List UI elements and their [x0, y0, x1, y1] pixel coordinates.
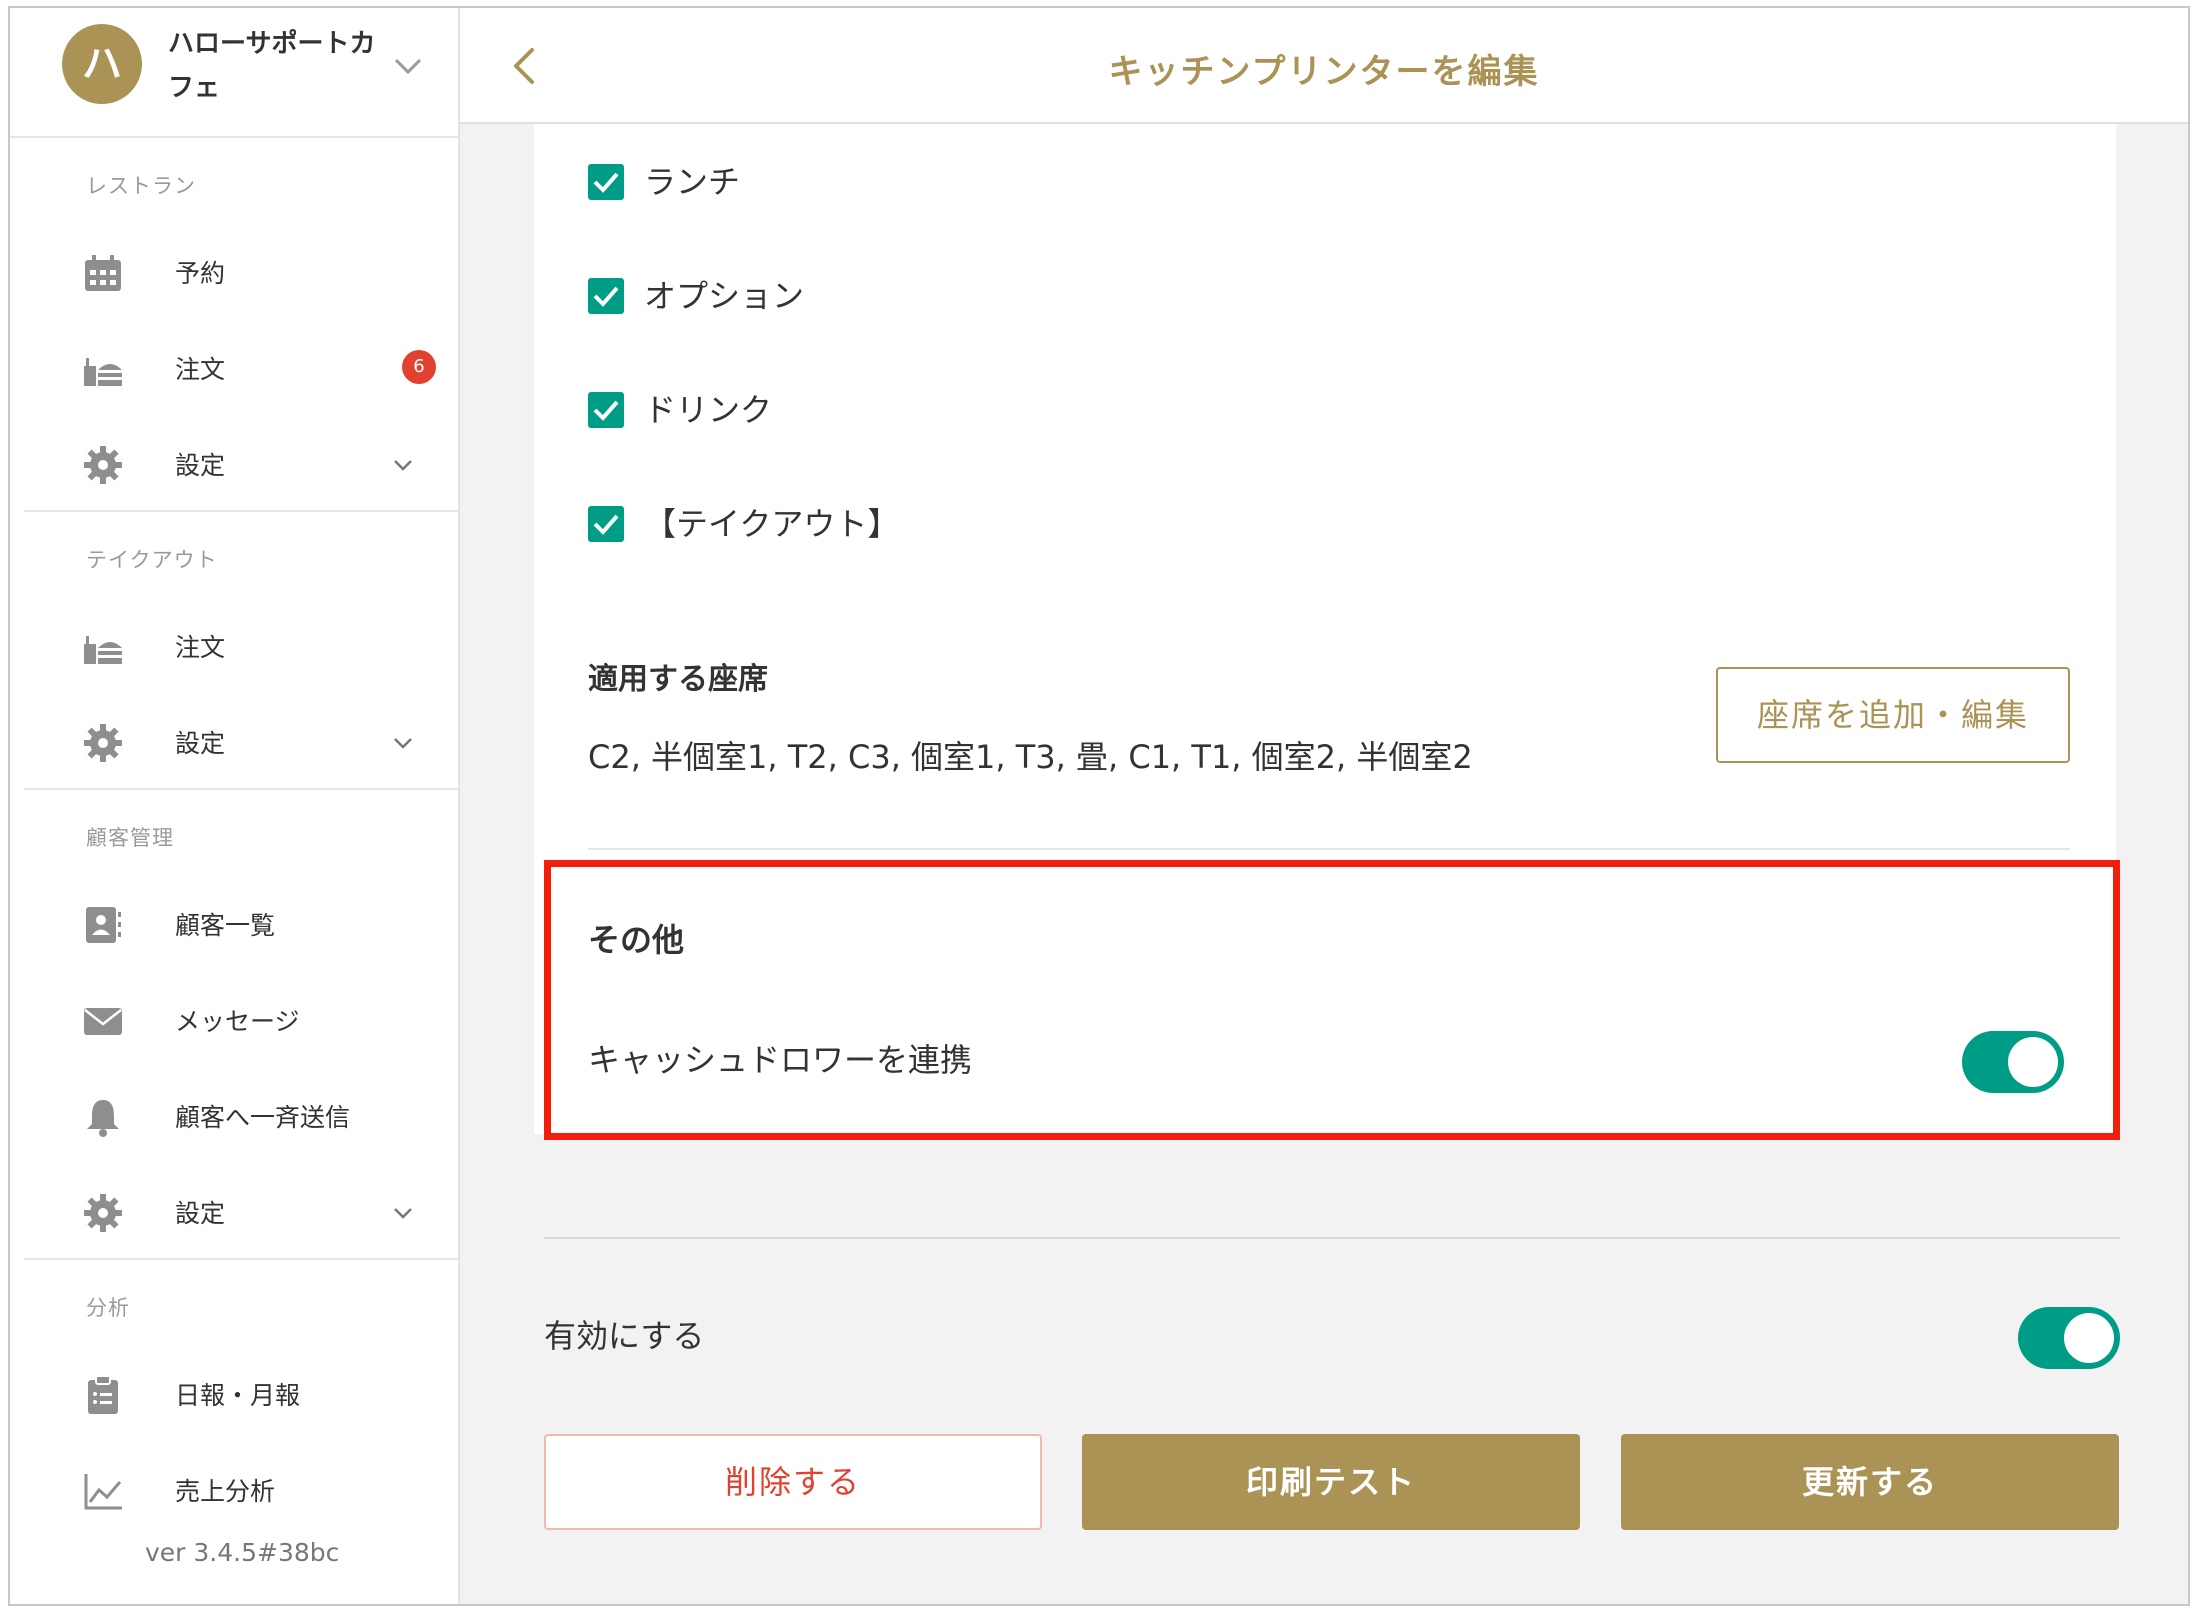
envelope-icon [84, 1008, 122, 1035]
sidebar-item-label: 注文 [175, 633, 226, 662]
page-title: キッチンプリンターを編集 [1108, 52, 1540, 92]
bell-icon [87, 1100, 119, 1137]
section-divider [544, 1237, 2120, 1239]
app-window: ハ ハローサポートカフェ レストラン 予約 注文 6 設定 テイクアウト 注文 … [8, 6, 2190, 1606]
sidebar-item-label: 売上分析 [175, 1477, 276, 1506]
sidebar-item-messages[interactable]: メッセージ [10, 982, 458, 1062]
checkbox-checked[interactable] [588, 392, 624, 428]
seats-section-title: 適用する座席 [588, 662, 768, 697]
checkbox-checked[interactable] [588, 278, 624, 314]
sidebar-item-customer-settings[interactable]: 設定 [10, 1174, 458, 1254]
chevron-down-icon [394, 460, 412, 471]
sidebar-item-restaurant-settings[interactable]: 設定 [10, 426, 458, 506]
account-switcher[interactable]: ハ ハローサポートカフェ [10, 8, 458, 138]
sidebar-item-reports[interactable]: 日報・月報 [10, 1356, 458, 1436]
sidebar-item-customer-list[interactable]: 顧客一覧 [10, 886, 458, 966]
sidebar-item-sales-analysis[interactable]: 売上分析 [10, 1452, 458, 1532]
clipboard-icon [88, 1375, 118, 1414]
sidebar-item-label: 設定 [175, 729, 226, 758]
sidebar-item-label: 日報・月報 [175, 1381, 301, 1410]
category-label: ランチ [644, 163, 741, 201]
account-name: ハローサポートカフェ [168, 29, 376, 103]
section-divider [588, 848, 2070, 850]
edit-seats-button[interactable]: 座席を追加・編集 [1716, 667, 2070, 763]
seats-list: C2, 半個室1, T2, C3, 個室1, T3, 畳, C1, T1, 個室… [588, 738, 1473, 776]
category-label: 【テイクアウト】 [644, 505, 900, 543]
checkbox-checked[interactable] [588, 506, 624, 542]
chevron-down-icon [394, 738, 412, 749]
sidebar-item-label: 設定 [175, 1199, 226, 1228]
order-tray-icon [84, 358, 122, 386]
checkmark-icon [593, 172, 619, 193]
update-button[interactable]: 更新する [1621, 1434, 2119, 1530]
sidebar-item-reservations[interactable]: 予約 [10, 234, 458, 314]
chevron-down-icon [394, 58, 422, 75]
sidebar-item-label: 顧客一覧 [175, 911, 276, 940]
highlight-annotation-box [544, 860, 2120, 1140]
sidebar-item-label: 設定 [175, 451, 226, 480]
sidebar: ハ ハローサポートカフェ レストラン 予約 注文 6 設定 テイクアウト 注文 … [10, 8, 460, 1604]
gear-icon [84, 446, 122, 484]
gear-icon [84, 724, 122, 762]
sidebar-item-takeout-orders[interactable]: 注文 [10, 608, 458, 688]
toggle-knob [2064, 1313, 2114, 1363]
cash-drawer-toggle[interactable] [1962, 1031, 2064, 1093]
sidebar-item-label: 予約 [175, 259, 226, 288]
print-test-button[interactable]: 印刷テスト [1082, 1434, 1580, 1530]
contact-book-icon [86, 907, 121, 943]
notification-badge: 6 [402, 350, 436, 384]
version-label: ver 3.4.5#38bc [145, 1538, 340, 1567]
category-label: オプション [644, 277, 805, 315]
delete-button[interactable]: 削除する [544, 1434, 1042, 1530]
section-label-restaurant: レストラン [86, 174, 196, 198]
sidebar-item-label: 顧客へ一斉送信 [175, 1103, 351, 1132]
checkmark-icon [593, 514, 619, 535]
checkmark-icon [593, 400, 619, 421]
sidebar-divider [24, 510, 458, 512]
sidebar-item-broadcast[interactable]: 顧客へ一斉送信 [10, 1078, 458, 1158]
other-section-title: その他 [588, 921, 685, 959]
sidebar-item-label: メッセージ [175, 1007, 300, 1036]
sidebar-item-label: 注文 [175, 355, 226, 384]
sidebar-divider [24, 788, 458, 790]
toggle-knob [2008, 1037, 2058, 1087]
line-chart-icon [84, 1474, 122, 1510]
section-label-analytics: 分析 [86, 1296, 130, 1320]
page-header: キッチンプリンターを編集 [460, 8, 2188, 124]
cash-drawer-label: キャッシュドロワーを連携 [588, 1041, 973, 1079]
gear-icon [84, 1194, 122, 1232]
avatar: ハ [62, 24, 142, 104]
sidebar-item-takeout-settings[interactable]: 設定 [10, 704, 458, 784]
calendar-icon [85, 255, 121, 291]
checkmark-icon [593, 286, 619, 307]
sidebar-divider [24, 1258, 458, 1260]
order-tray-icon [84, 636, 122, 664]
chevron-down-icon [394, 1208, 412, 1219]
section-label-takeout: テイクアウト [86, 548, 218, 572]
enable-label: 有効にする [544, 1317, 705, 1355]
checkbox-checked[interactable] [588, 164, 624, 200]
enable-toggle[interactable] [2018, 1307, 2120, 1369]
section-label-customers: 顧客管理 [86, 826, 174, 850]
category-label: ドリンク [644, 391, 773, 429]
sidebar-item-orders[interactable]: 注文 6 [10, 330, 458, 410]
